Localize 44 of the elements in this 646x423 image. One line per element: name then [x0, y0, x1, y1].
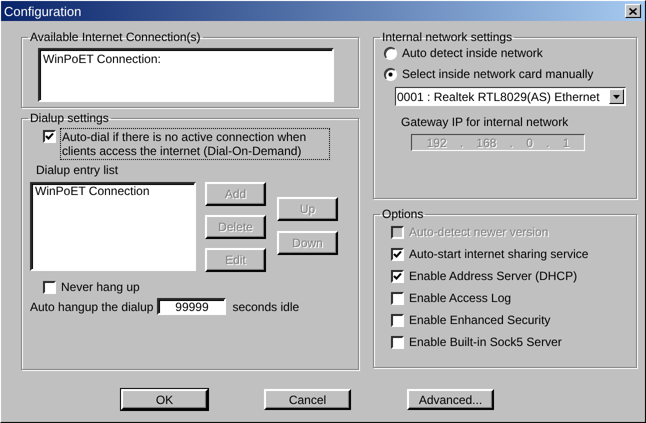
push-button[interactable]: OK	[121, 389, 208, 410]
seconds-idle-label: seconds idle	[232, 300, 300, 314]
group-label: Internal network settings	[381, 30, 514, 44]
list-item[interactable]: WinPoET Connection	[35, 184, 191, 198]
check-mark-icon	[45, 132, 54, 141]
checkbox-label: Auto-start internet sharing service	[409, 247, 588, 261]
checkbox-label: Enable Access Log	[409, 291, 512, 305]
group-label: Dialup settings	[29, 111, 110, 125]
radio-button[interactable]	[384, 46, 397, 60]
checkbox[interactable]	[391, 314, 404, 326]
radio-dot-icon	[388, 72, 393, 76]
push-button[interactable]: Advanced...	[407, 389, 494, 410]
dialup-entry-list[interactable]: WinPoET Connection	[30, 182, 196, 271]
hangup-label: Auto hangup the dialup	[30, 300, 154, 314]
list-item[interactable]: WinPoET Connection:	[43, 52, 329, 66]
checkbox[interactable]	[391, 336, 404, 348]
checkbox-label: Enable Built-in Sock5 Server	[409, 335, 562, 349]
entry-list-label: Dialup entry list	[36, 163, 120, 177]
gateway-label: Gateway IP for internal network	[401, 115, 570, 129]
checkbox-label: Auto-dial if there is no active connection when clients access the internet (Dial-On-Demand)	[62, 130, 328, 158]
push-button[interactable]: Cancel	[264, 389, 351, 410]
window-title: Configuration	[4, 4, 82, 18]
checkbox[interactable]	[391, 248, 404, 260]
close-icon	[629, 8, 637, 14]
checkbox[interactable]	[391, 292, 404, 304]
adapter-dropdown[interactable]: 0001 : Realtek RTL8029(AS) Ethernet	[395, 87, 626, 106]
dropdown-arrow-icon	[613, 94, 620, 98]
checkbox[interactable]	[43, 280, 56, 294]
check-mark-icon	[393, 250, 402, 258]
radio-button[interactable]	[384, 68, 397, 80]
group-label: Available Internet Connection(s)	[29, 30, 202, 44]
checkbox[interactable]	[391, 270, 404, 282]
idle-seconds-field[interactable]: 99999	[157, 298, 226, 315]
connection-list[interactable]: WinPoET Connection:	[38, 48, 334, 102]
check-mark-icon	[393, 272, 402, 280]
radio-label: Auto detect inside network	[402, 46, 543, 60]
checkbox-label: Enable Address Server (DHCP)	[409, 269, 578, 283]
checkbox-label: Enable Enhanced Security	[409, 313, 550, 327]
group-label: Options	[381, 207, 424, 221]
checkbox[interactable]	[43, 130, 56, 143]
checkbox-label: Never hang up	[61, 280, 140, 294]
close-button[interactable]	[625, 4, 641, 18]
radio-label: Select inside network card manually	[402, 67, 594, 81]
checkbox-label: Auto-detect newer version	[409, 225, 548, 239]
